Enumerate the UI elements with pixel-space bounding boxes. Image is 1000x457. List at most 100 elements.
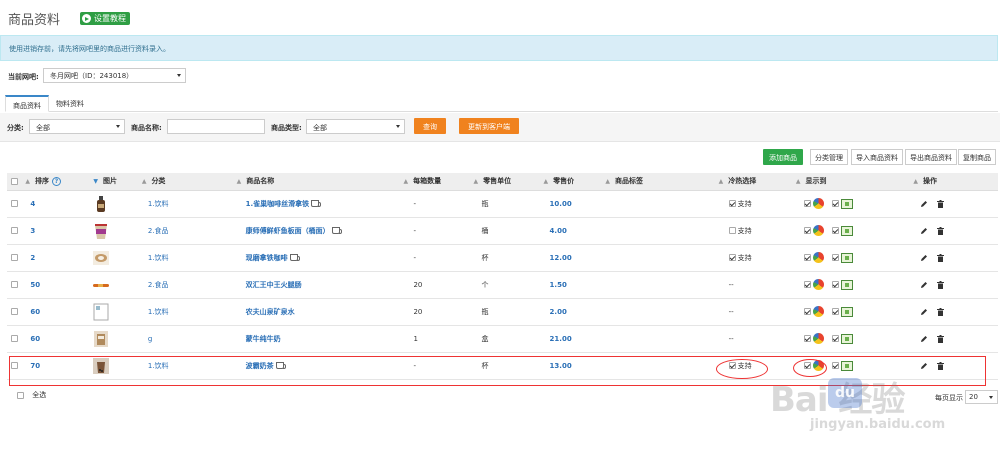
header-image[interactable]: ▼ 图片 [89, 173, 138, 191]
cup-icon [331, 227, 342, 234]
row-sort[interactable]: 3 [21, 217, 90, 245]
display-checkbox[interactable] [803, 281, 811, 288]
select-all-footer-checkbox[interactable] [17, 391, 24, 399]
row-checkbox[interactable] [11, 281, 18, 288]
row-category[interactable]: 1.饮料 [137, 298, 233, 326]
table-row: 2 1.饮料 现磨拿铁咖啡 - 杯 12.00 支持 [7, 244, 998, 272]
category-filter-value: 全部 [36, 124, 50, 132]
row-sort[interactable]: 4 [21, 190, 90, 218]
display-client-checkbox[interactable] [831, 200, 839, 207]
display-checkbox[interactable] [803, 254, 811, 261]
row-name[interactable]: 双汇王中王火腿肠 [246, 281, 302, 289]
tab-material-info[interactable]: 物料资料 [49, 95, 91, 112]
delete-icon[interactable] [937, 307, 945, 316]
export-products-button[interactable]: 导出商品资料 [905, 149, 957, 165]
header-unit[interactable]: ▲ 零售单位 [469, 173, 540, 191]
delete-icon[interactable] [937, 226, 945, 235]
row-price[interactable]: 10.00 [539, 190, 602, 218]
row-name[interactable]: 农夫山泉矿泉水 [246, 308, 295, 316]
row-checkbox[interactable] [11, 227, 18, 234]
row-price[interactable]: 4.00 [539, 217, 602, 245]
row-checkbox[interactable] [11, 254, 18, 261]
header-hot-cold[interactable]: ▲ 冷热选择 [714, 173, 792, 191]
row-name-cell: 蒙牛纯牛奶 [232, 325, 400, 353]
row-checkbox[interactable] [11, 200, 18, 207]
row-hot-cold-cell: -- [714, 271, 792, 299]
category-manage-button[interactable]: 分类管理 [810, 149, 848, 165]
display-client-checkbox[interactable] [831, 281, 839, 288]
product-thumbnail [93, 330, 109, 348]
delete-icon[interactable] [937, 199, 945, 208]
display-checkbox[interactable] [803, 200, 811, 207]
row-name[interactable]: 现磨拿铁咖啡 [246, 254, 288, 262]
header-ops[interactable]: ▲ 操作 [909, 173, 998, 191]
name-filter-input[interactable] [167, 119, 265, 134]
edit-icon[interactable] [920, 335, 928, 343]
page-title: 商品资料 [8, 13, 61, 28]
edit-icon[interactable] [920, 200, 928, 208]
row-name[interactable]: 康师傅鲜虾鱼板面（桶面） [246, 227, 330, 235]
row-price[interactable]: 2.00 [539, 298, 602, 326]
query-button[interactable]: 查询 [414, 118, 446, 134]
add-product-button[interactable]: 添加商品 [763, 149, 803, 165]
display-client-checkbox[interactable] [831, 227, 839, 234]
row-ops-cell [909, 325, 998, 353]
type-filter-label: 商品类型: [271, 124, 302, 132]
display-checkbox[interactable] [803, 227, 811, 234]
hot-cold-checkbox[interactable] [728, 254, 736, 261]
edit-icon[interactable] [920, 281, 928, 289]
type-filter-select[interactable]: 全部 [306, 119, 405, 134]
hot-cold-value: -- [728, 334, 734, 343]
row-checkbox[interactable] [11, 335, 18, 342]
edit-icon[interactable] [920, 227, 928, 235]
delete-icon[interactable] [937, 334, 945, 343]
header-name[interactable]: ▲ 商品名称 [232, 173, 400, 191]
header-display[interactable]: ▲ 显示到 [791, 173, 910, 191]
delete-icon[interactable] [937, 253, 945, 262]
row-price[interactable]: 1.50 [539, 271, 602, 299]
row-name-cell: 现磨拿铁咖啡 [232, 244, 400, 272]
row-sort[interactable]: 60 [21, 325, 90, 353]
row-category[interactable]: 1.饮料 [137, 190, 233, 218]
display-checkbox[interactable] [803, 308, 811, 315]
hot-cold-checkbox[interactable] [728, 227, 736, 234]
header-tag[interactable]: ▲ 商品标签 [601, 173, 715, 191]
row-sort[interactable]: 2 [21, 244, 90, 272]
header-price[interactable]: ▲ 零售价 [539, 173, 602, 191]
display-client-checkbox[interactable] [831, 335, 839, 342]
display-client-checkbox[interactable] [831, 308, 839, 315]
select-all-checkbox[interactable] [11, 177, 18, 185]
display-checkbox[interactable] [803, 335, 811, 342]
update-client-button[interactable]: 更新到客户端 [459, 118, 519, 134]
delete-icon[interactable] [937, 280, 945, 289]
row-category[interactable]: 2.食品 [137, 271, 233, 299]
row-price[interactable]: 21.00 [539, 325, 602, 353]
display-client-checkbox[interactable] [831, 254, 839, 261]
header-per-box[interactable]: ▲ 每箱数量 [399, 173, 470, 191]
row-category[interactable]: 2.食品 [137, 217, 233, 245]
header-sort[interactable]: ▲ 排序? [21, 173, 90, 191]
row-name[interactable]: 1.雀巢咖啡丝滑拿铁 [246, 200, 310, 208]
row-category[interactable]: g [137, 325, 233, 353]
row-sort[interactable]: 50 [21, 271, 90, 299]
store-select[interactable]: 冬月网吧（ID：243018） [43, 68, 186, 83]
row-checkbox[interactable] [11, 308, 18, 315]
row-sort[interactable]: 60 [21, 298, 90, 326]
edit-icon[interactable] [920, 254, 928, 262]
help-icon[interactable]: ? [52, 177, 62, 187]
tab-product-info[interactable]: 商品资料 [5, 95, 49, 112]
row-name[interactable]: 蒙牛纯牛奶 [246, 335, 281, 343]
import-products-button[interactable]: 导入商品资料 [851, 149, 903, 165]
row-category[interactable]: 1.饮料 [137, 244, 233, 272]
tutorial-button[interactable]: 设置教程 [80, 12, 130, 25]
edit-icon[interactable] [920, 308, 928, 316]
category-filter-select[interactable]: 全部 [29, 119, 125, 134]
select-all-footer[interactable]: 全选 [17, 390, 46, 400]
hot-cold-checkbox[interactable] [728, 200, 736, 207]
copy-products-button[interactable]: 复制商品 [958, 149, 996, 165]
row-ops-cell [909, 298, 998, 326]
table-row: 3 2.食品 康师傅鲜虾鱼板面（桶面） - 桶 4.00 支持 [7, 217, 998, 245]
row-per-box: 20 [399, 271, 470, 299]
header-category[interactable]: ▲ 分类 [137, 173, 233, 191]
row-price[interactable]: 12.00 [539, 244, 602, 272]
